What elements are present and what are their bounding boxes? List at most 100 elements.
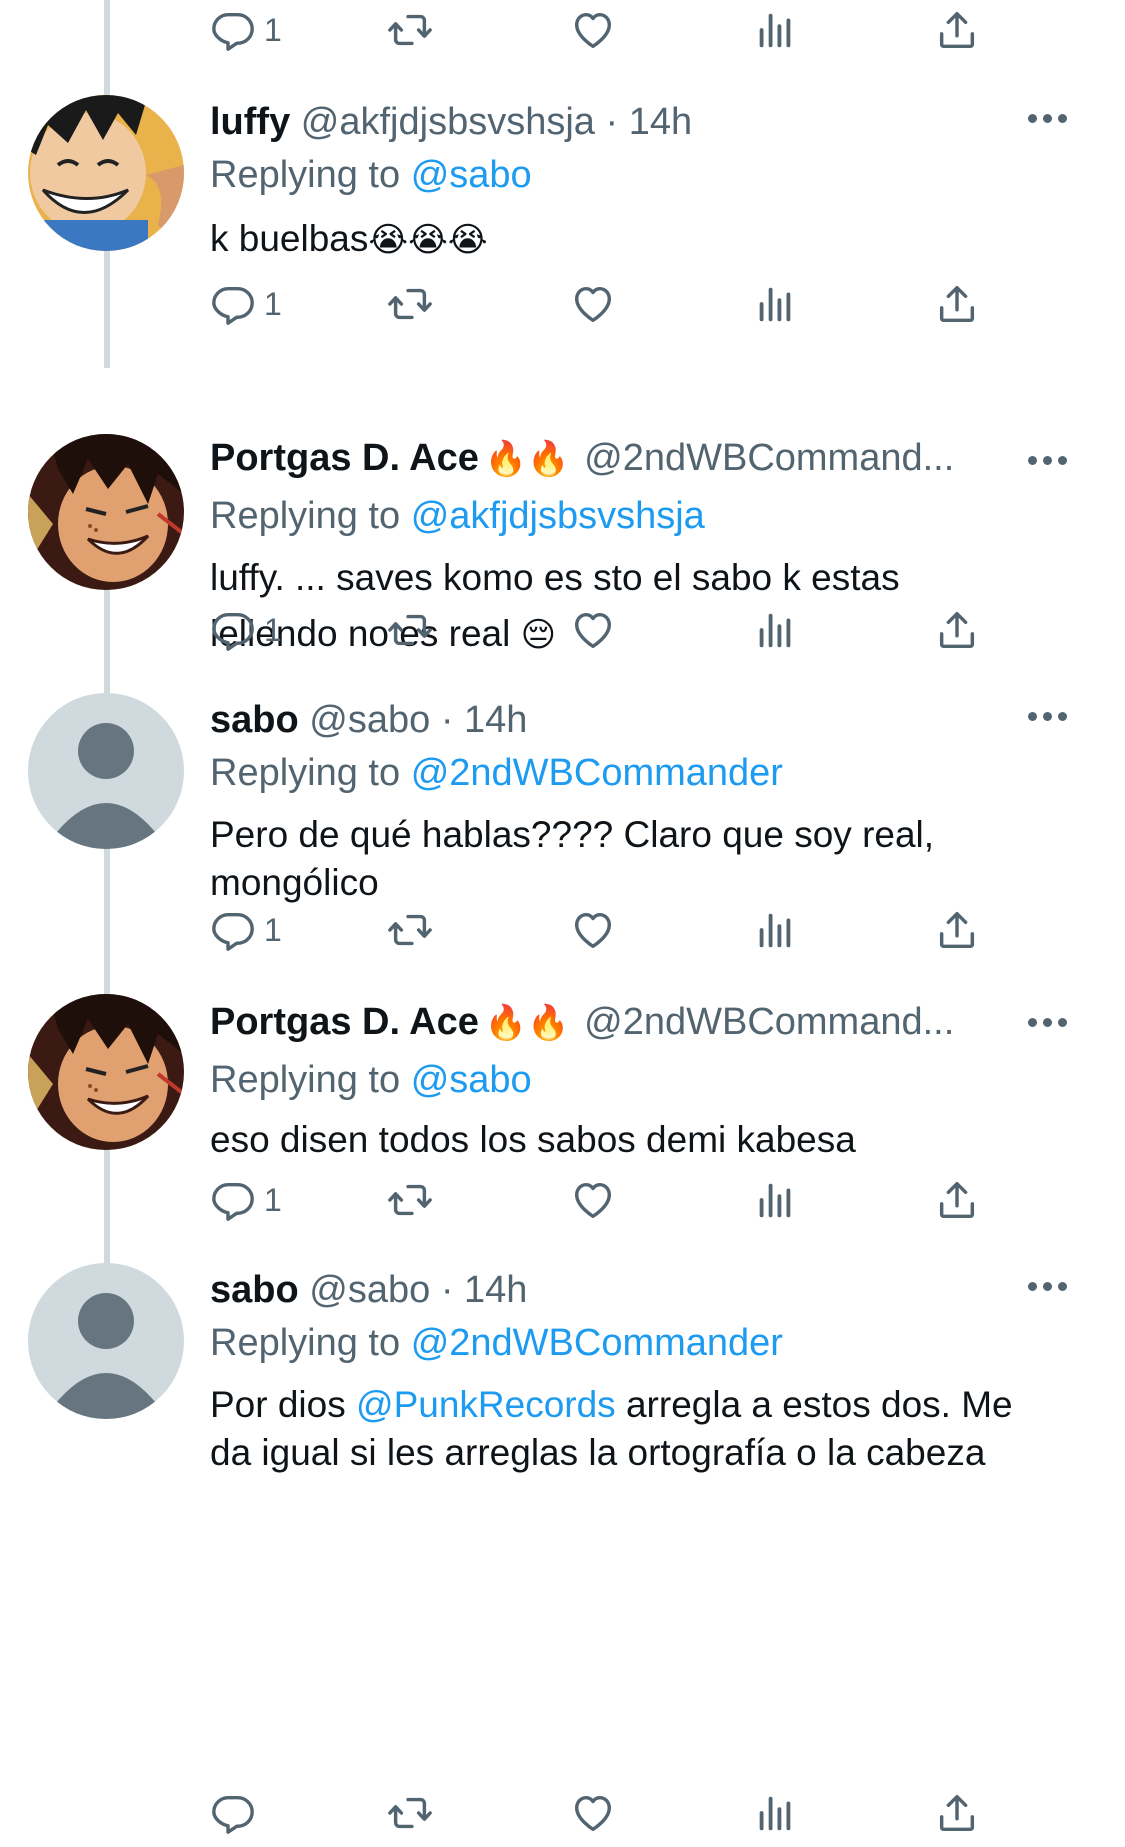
views-icon [759, 1796, 791, 1831]
like-button[interactable] [570, 1783, 616, 1843]
crying-emoji: 😭😭😭 [368, 221, 488, 259]
like-button[interactable] [570, 1170, 616, 1230]
retweet-button[interactable] [387, 900, 433, 960]
views-button[interactable] [752, 1170, 798, 1230]
views-button[interactable] [752, 600, 798, 660]
reply-icon [212, 12, 254, 51]
timestamp[interactable]: 14h [464, 1269, 527, 1311]
reply-button[interactable]: 1 [210, 600, 282, 660]
replying-to-label: Replying to [210, 752, 401, 794]
heart-icon [574, 612, 612, 649]
reply-button[interactable]: 1 [210, 274, 282, 334]
share-button[interactable] [934, 600, 980, 660]
replying-to: Replying to @sabo [210, 149, 1030, 201]
reply-button[interactable]: 1 [210, 1170, 282, 1230]
default-avatar[interactable] [28, 1263, 184, 1419]
share-icon [939, 911, 975, 949]
timestamp[interactable]: 14h [629, 101, 692, 143]
share-button[interactable] [934, 1783, 980, 1843]
reply-button[interactable]: 1 [210, 900, 282, 960]
reply-button[interactable]: 1 [210, 0, 282, 60]
tweet-text-content: k buelbas [210, 218, 369, 259]
display-name[interactable]: Portgas D. Ace [210, 437, 479, 479]
luffy-avatar[interactable] [28, 95, 184, 251]
views-icon [759, 913, 791, 948]
heart-icon [574, 286, 612, 323]
more-options-button[interactable] [1017, 440, 1077, 480]
share-button[interactable] [934, 900, 980, 960]
reply-count: 1 [264, 285, 282, 322]
replying-to-mention[interactable]: @sabo [411, 154, 532, 196]
ace-avatar[interactable] [28, 994, 184, 1150]
username[interactable]: @sabo [309, 699, 430, 741]
retweet-icon [388, 14, 432, 46]
username[interactable]: @akfjdjsbsvshsja [301, 101, 595, 143]
timestamp[interactable]: 14h [464, 699, 527, 741]
replying-to-mention[interactable]: @2ndWBCommander [411, 1322, 783, 1364]
retweet-icon [388, 614, 432, 646]
share-button[interactable] [934, 274, 980, 334]
display-name[interactable]: Portgas D. Ace [210, 1001, 479, 1043]
replying-to-mention[interactable]: @akfjdjsbsvshsja [411, 495, 705, 537]
heart-icon [574, 1795, 612, 1832]
tweet-content: sabo @sabo · 14h Replying to @2ndWBComma… [210, 1263, 1030, 1477]
reply-icon [212, 612, 254, 651]
more-icon [1027, 1017, 1037, 1027]
thread-line [104, 0, 110, 95]
ace-avatar[interactable] [28, 434, 184, 590]
like-button[interactable] [570, 600, 616, 660]
views-button[interactable] [752, 0, 798, 60]
heart-icon [574, 1182, 612, 1219]
retweet-icon [388, 914, 432, 946]
more-icon [1027, 113, 1037, 123]
more-options-button[interactable] [1017, 1266, 1077, 1306]
display-name[interactable]: luffy [210, 101, 290, 143]
like-button[interactable] [570, 900, 616, 960]
retweet-icon [388, 1797, 432, 1829]
username[interactable]: @2ndWBCommand... [584, 1001, 954, 1043]
views-button[interactable] [752, 1783, 798, 1843]
share-button[interactable] [934, 0, 980, 60]
more-icon [1027, 1281, 1037, 1291]
retweet-button[interactable] [387, 600, 433, 660]
more-options-button[interactable] [1017, 696, 1077, 736]
inline-mention[interactable]: @PunkRecords [356, 1384, 616, 1425]
reply-icon [212, 1182, 254, 1221]
tweet-text-line: luffy. ... saves komo es sto el sabo k e… [210, 557, 900, 598]
views-button[interactable] [752, 900, 798, 960]
tweet-header: Portgas D. Ace 🔥🔥 @2ndWBCommand... [210, 992, 1030, 1052]
display-name[interactable]: sabo [210, 699, 299, 741]
retweet-button[interactable] [387, 0, 433, 60]
tweet-actions: 1 [205, 0, 1005, 60]
share-button[interactable] [934, 1170, 980, 1230]
retweet-button[interactable] [387, 1783, 433, 1843]
more-options-button[interactable] [1017, 98, 1077, 138]
username[interactable]: @sabo [309, 1269, 430, 1311]
tweet-content: luffy @akfjdjsbsvshsja · 14h Replying to… [210, 95, 1030, 264]
share-icon [939, 1181, 975, 1219]
default-avatar[interactable] [28, 693, 184, 849]
retweet-button[interactable] [387, 1170, 433, 1230]
reply-icon [212, 286, 254, 325]
retweet-button[interactable] [387, 274, 433, 334]
replying-to-label: Replying to [210, 1059, 401, 1101]
replying-to: Replying to @akfjdjsbsvshsja [210, 490, 1030, 542]
separator-dot: · [440, 1269, 454, 1311]
reply-count: 1 [264, 11, 282, 48]
reply-button[interactable] [210, 1783, 256, 1843]
reply-icon [212, 912, 254, 951]
heart-icon [574, 912, 612, 949]
like-button[interactable] [570, 274, 616, 334]
like-button[interactable] [570, 0, 616, 60]
views-button[interactable] [752, 274, 798, 334]
tweet-text: Por dios @PunkRecords arregla a estos do… [210, 1381, 1030, 1477]
tweet-content: Portgas D. Ace 🔥🔥 @2ndWBCommand... Replyi… [210, 992, 1030, 1164]
thread-line [104, 827, 110, 995]
more-options-button[interactable] [1017, 1002, 1077, 1042]
more-icon [1027, 711, 1037, 721]
tweet-actions [205, 1783, 1005, 1843]
replying-to-mention[interactable]: @2ndWBCommander [411, 752, 783, 794]
replying-to-mention[interactable]: @sabo [411, 1059, 532, 1101]
username[interactable]: @2ndWBCommand... [584, 437, 954, 479]
display-name[interactable]: sabo [210, 1269, 299, 1311]
